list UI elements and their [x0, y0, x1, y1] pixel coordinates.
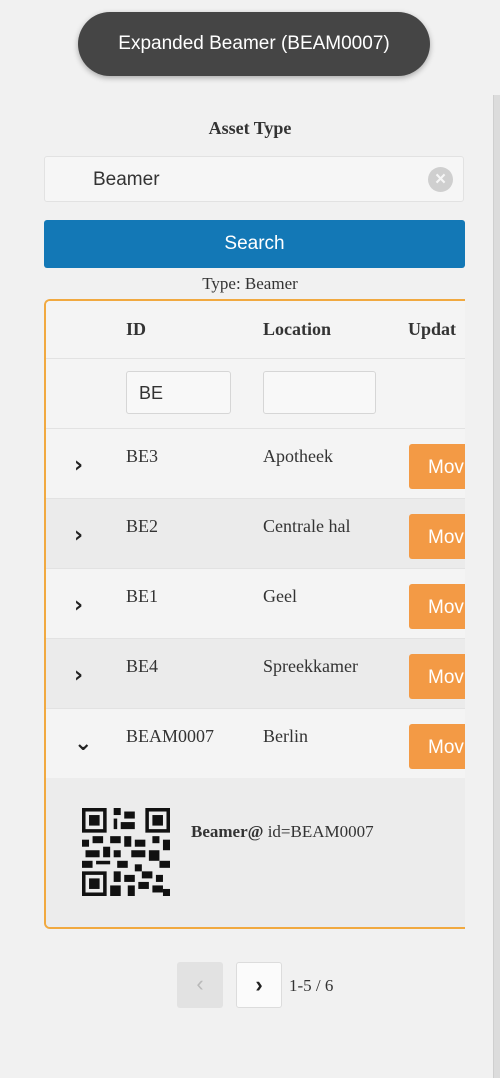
- column-header-location[interactable]: Location: [263, 319, 331, 340]
- row-location: Spreekkamer: [263, 656, 358, 676]
- row-id: BE3: [126, 446, 159, 466]
- search-button-label: Search: [224, 233, 285, 254]
- type-label: Type: Beamer: [202, 274, 298, 293]
- table-row[interactable]: › BE3 Apotheek Mov: [46, 429, 474, 499]
- table-row[interactable]: ⌄ BEAM0007 Berlin Mov: [46, 709, 474, 779]
- asset-type-select[interactable]: Beamer ×: [44, 156, 464, 202]
- toast-notification: Expanded Beamer (BEAM0007): [78, 12, 430, 76]
- table-row[interactable]: › BE2 Centrale hal Mov: [46, 499, 474, 569]
- row-location: Berlin: [263, 726, 308, 746]
- asset-table: ID Location Updat BE › BE3 Apotheek Mov …: [44, 299, 474, 929]
- chevron-right-icon[interactable]: ›: [74, 455, 83, 477]
- asset-type-label: Asset Type: [208, 118, 292, 138]
- asset-detail-text: Beamer@ id=BEAM0007: [191, 822, 374, 842]
- asset-type-value: Beamer: [93, 169, 160, 190]
- row-location: Apotheek: [263, 446, 333, 466]
- table-filter-row: BE: [46, 359, 474, 429]
- page-scrollbar-lower[interactable]: [493, 290, 500, 940]
- qr-code: [82, 808, 170, 896]
- chevron-right-icon[interactable]: ›: [74, 595, 83, 617]
- column-header-update[interactable]: Updat: [408, 319, 456, 340]
- row-detail-panel: Beamer@ id=BEAM0007: [46, 778, 474, 927]
- chevron-left-icon: ‹: [196, 971, 204, 996]
- table-row[interactable]: › BE1 Geel Mov: [46, 569, 474, 639]
- row-location: Centrale hal: [263, 516, 351, 536]
- asset-detail-name: Beamer@: [191, 822, 264, 841]
- asset-detail-id: id=BEAM0007: [263, 822, 374, 841]
- clear-icon[interactable]: ×: [428, 167, 453, 192]
- row-location: Geel: [263, 586, 297, 606]
- row-id: BE2: [126, 516, 159, 536]
- column-header-id[interactable]: ID: [126, 319, 146, 340]
- row-id: BEAM0007: [126, 726, 215, 746]
- chevron-right-icon[interactable]: ›: [74, 665, 83, 687]
- toast-text: Expanded Beamer (BEAM0007): [118, 33, 390, 54]
- search-button[interactable]: Search: [44, 220, 465, 268]
- id-filter-input[interactable]: BE: [126, 371, 231, 414]
- table-row[interactable]: › BE4 Spreekkamer Mov: [46, 639, 474, 709]
- chevron-right-icon: ›: [255, 972, 263, 997]
- pagination-info: 1-5 / 6: [289, 976, 334, 995]
- chevron-down-icon[interactable]: ⌄: [74, 733, 92, 755]
- row-id: BE4: [126, 656, 159, 676]
- chevron-right-icon[interactable]: ›: [74, 525, 83, 547]
- table-header-row: ID Location Updat: [46, 301, 474, 359]
- next-page-button[interactable]: ›: [236, 962, 282, 1008]
- location-filter-input[interactable]: [263, 371, 376, 414]
- prev-page-button[interactable]: ‹: [177, 962, 223, 1008]
- row-id: BE1: [126, 586, 159, 606]
